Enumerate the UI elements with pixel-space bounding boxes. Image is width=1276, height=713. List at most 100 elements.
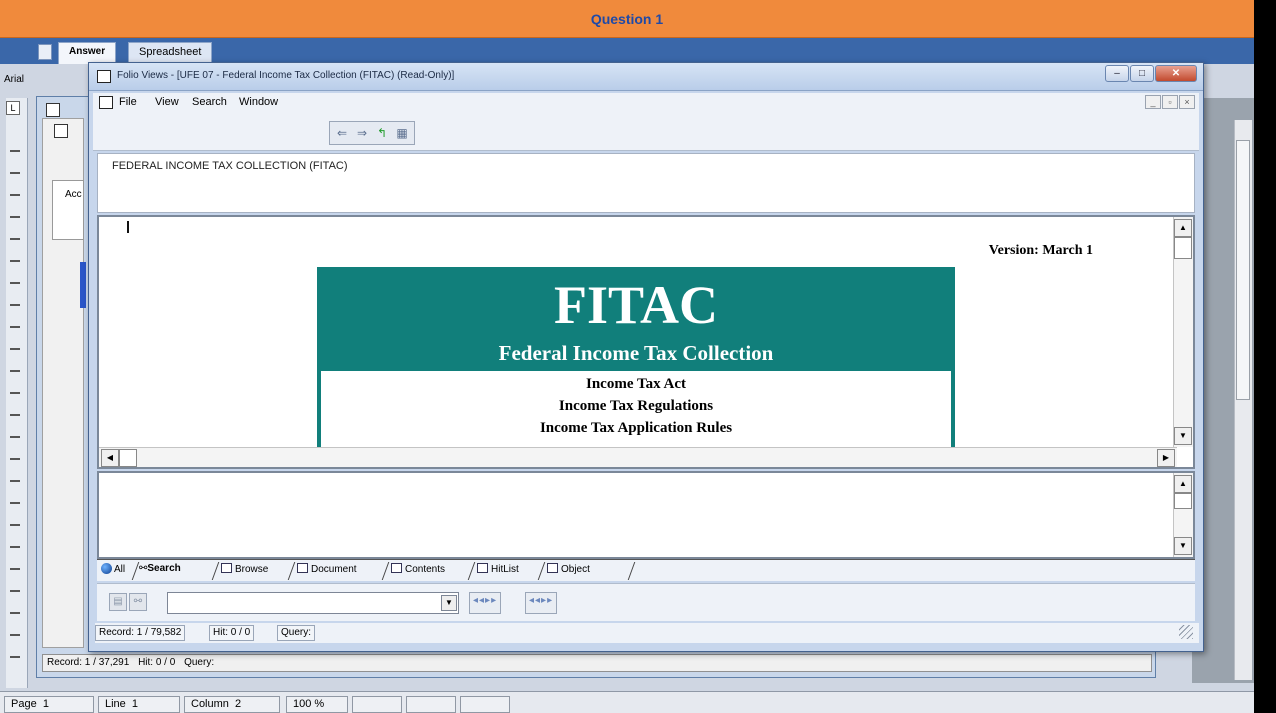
tab-object[interactable]: Object xyxy=(547,563,590,575)
object-icon xyxy=(547,563,558,573)
contents-item-act[interactable]: Income Tax Act xyxy=(321,373,951,395)
tab-search[interactable]: ⚯Search xyxy=(139,563,181,574)
tab-browse[interactable]: Browse xyxy=(221,563,268,575)
query-input[interactable] xyxy=(167,592,459,614)
folio-toolbar: ⇐ ⇒ ↰ ▦ xyxy=(93,113,1199,151)
folio-window-title: Folio Views - [UFE 07 - Federal Income T… xyxy=(117,70,455,81)
doc-minimize-button[interactable]: _ xyxy=(1145,95,1161,109)
tab-separator xyxy=(627,562,645,580)
vertical-ruler: L xyxy=(6,98,28,688)
scroll-right-button[interactable]: ▶ xyxy=(1157,449,1175,467)
close-button[interactable]: ✕ xyxy=(1155,65,1197,82)
forward-arrow-icon[interactable]: ⇒ xyxy=(352,124,372,142)
tab-hitlist[interactable]: HitList xyxy=(477,563,519,575)
tab-object-label: Object xyxy=(561,564,590,575)
query-toolbar: ▤ ⚯ ▼ ◂◂▸▸ ◂◂▸▸ xyxy=(97,583,1195,621)
document-pane[interactable]: Version: March 1 FITAC Federal Income Ta… xyxy=(97,215,1195,469)
tab-search-label: Search xyxy=(147,563,181,574)
document-vertical-scrollbar[interactable]: ▲ ▼ xyxy=(1173,217,1193,447)
question-title-bar: Question 1 xyxy=(0,0,1254,38)
column-indicator: Column 2 xyxy=(184,696,280,713)
secondary-vertical-scrollbar[interactable]: ▲ ▼ xyxy=(1173,473,1193,557)
book-icon xyxy=(99,96,113,109)
banner-subtitle: Federal Income Tax Collection xyxy=(498,341,774,365)
tab-hitlist-label: HitList xyxy=(491,564,519,575)
version-label: Version: March 1 xyxy=(988,243,1093,258)
navigation-toolbar-group: ⇐ ⇒ ↰ ▦ xyxy=(329,121,415,145)
tab-browse-label: Browse xyxy=(235,564,269,575)
tab-all[interactable]: All xyxy=(101,563,125,575)
editor-scroll-thumb[interactable] xyxy=(1236,140,1250,400)
query-status: Query: xyxy=(277,625,316,641)
horizontal-scroll-thumb[interactable] xyxy=(119,449,137,467)
status-cell xyxy=(352,696,402,713)
document-icon xyxy=(38,44,52,60)
folio-title-bar[interactable]: Folio Views - [UFE 07 - Federal Income T… xyxy=(89,63,1203,91)
tab-document-label: Document xyxy=(311,564,357,575)
text-cursor xyxy=(127,221,129,233)
tab-spreadsheet[interactable]: Spreadsheet xyxy=(128,42,213,64)
scroll-down-button[interactable]: ▼ xyxy=(1174,537,1192,555)
document-window-controls: _ ▫ × xyxy=(1144,95,1195,109)
scroll-left-button[interactable]: ◀ xyxy=(101,449,119,467)
resize-grip[interactable] xyxy=(1179,625,1193,639)
minimize-button[interactable]: – xyxy=(1105,65,1129,82)
column-number: 2 xyxy=(235,698,242,710)
scroll-down-button[interactable]: ▼ xyxy=(1174,427,1192,445)
book-icon xyxy=(54,124,68,138)
tab-all-label: All xyxy=(114,564,126,575)
menu-window[interactable]: Window xyxy=(239,96,278,108)
hit-navigation-group: ◂◂▸▸ xyxy=(469,592,502,614)
zoom-indicator[interactable]: 100 % xyxy=(286,696,348,713)
doc-restore-button[interactable]: ▫ xyxy=(1162,95,1178,109)
menu-file[interactable]: File xyxy=(119,96,137,108)
doc-close-button[interactable]: × xyxy=(1179,95,1195,109)
document-horizontal-scrollbar[interactable]: ◀ ▶ xyxy=(99,447,1177,467)
jump-back-icon[interactable]: ↰ xyxy=(372,124,392,142)
menu-view[interactable]: View xyxy=(155,96,179,108)
previous-document-icon[interactable]: ◂◂ xyxy=(529,595,541,606)
background-query: Query: xyxy=(184,657,215,668)
hitlist-icon xyxy=(477,563,488,573)
folio-menu-bar: File View Search Window _ ▫ × xyxy=(93,93,1199,113)
document-header-pane: FEDERAL INCOME TAX COLLECTION (FITAC) xyxy=(97,153,1195,213)
binoculars-icon[interactable]: ⚯ xyxy=(129,593,147,611)
banner-title: FITAC xyxy=(553,275,718,335)
back-arrow-icon[interactable]: ⇐ xyxy=(332,124,352,142)
scroll-thumb[interactable] xyxy=(1174,493,1192,509)
secondary-pane[interactable]: ▲ ▼ xyxy=(97,471,1195,559)
contents-item-regulations[interactable]: Income Tax Regulations xyxy=(321,395,951,417)
next-hit-icon[interactable]: ▸▸ xyxy=(485,595,497,606)
collection-heading: FEDERAL INCOME TAX COLLECTION (FITAC) xyxy=(112,160,348,172)
document-icon xyxy=(297,563,308,573)
maximize-button[interactable]: □ xyxy=(1130,65,1154,82)
globe-icon xyxy=(101,563,112,574)
line-number: 1 xyxy=(131,698,139,710)
scroll-thumb[interactable] xyxy=(1174,237,1192,259)
menu-search[interactable]: Search xyxy=(192,96,227,108)
background-highlight xyxy=(80,262,86,308)
tab-strip: Answer Spreadsheet xyxy=(0,38,1254,64)
record-counter: Record: 1 / 79,582 xyxy=(95,625,186,641)
query-options-icon[interactable]: ▤ xyxy=(109,593,127,611)
next-document-icon[interactable]: ▸▸ xyxy=(541,595,553,606)
contents-item-rules[interactable]: Income Tax Application Rules xyxy=(321,417,951,439)
folio-app-icon xyxy=(97,70,111,83)
chevron-down-icon[interactable]: ▼ xyxy=(441,595,457,611)
background-side-label: Acc xyxy=(52,180,84,240)
status-cell xyxy=(460,696,510,713)
previous-hit-icon[interactable]: ◂◂ xyxy=(473,595,485,606)
split-view-icon[interactable]: ▦ xyxy=(392,124,412,142)
fitac-banner: FITAC Federal Income Tax Collection xyxy=(317,267,955,371)
font-name-field[interactable]: Arial xyxy=(4,74,24,85)
window-controls: – □ ✕ xyxy=(1104,65,1197,83)
scroll-up-button[interactable]: ▲ xyxy=(1174,219,1192,237)
question-title: Question 1 xyxy=(590,11,664,27)
tab-document[interactable]: Document xyxy=(297,563,357,575)
doc-navigation-group: ◂◂▸▸ xyxy=(525,592,558,614)
tab-answer[interactable]: Answer xyxy=(58,42,117,64)
tab-contents[interactable]: Contents xyxy=(391,563,445,575)
tab-stop-selector[interactable]: L xyxy=(6,101,20,115)
scroll-up-button[interactable]: ▲ xyxy=(1174,475,1192,493)
page-number: 1 xyxy=(42,698,49,710)
